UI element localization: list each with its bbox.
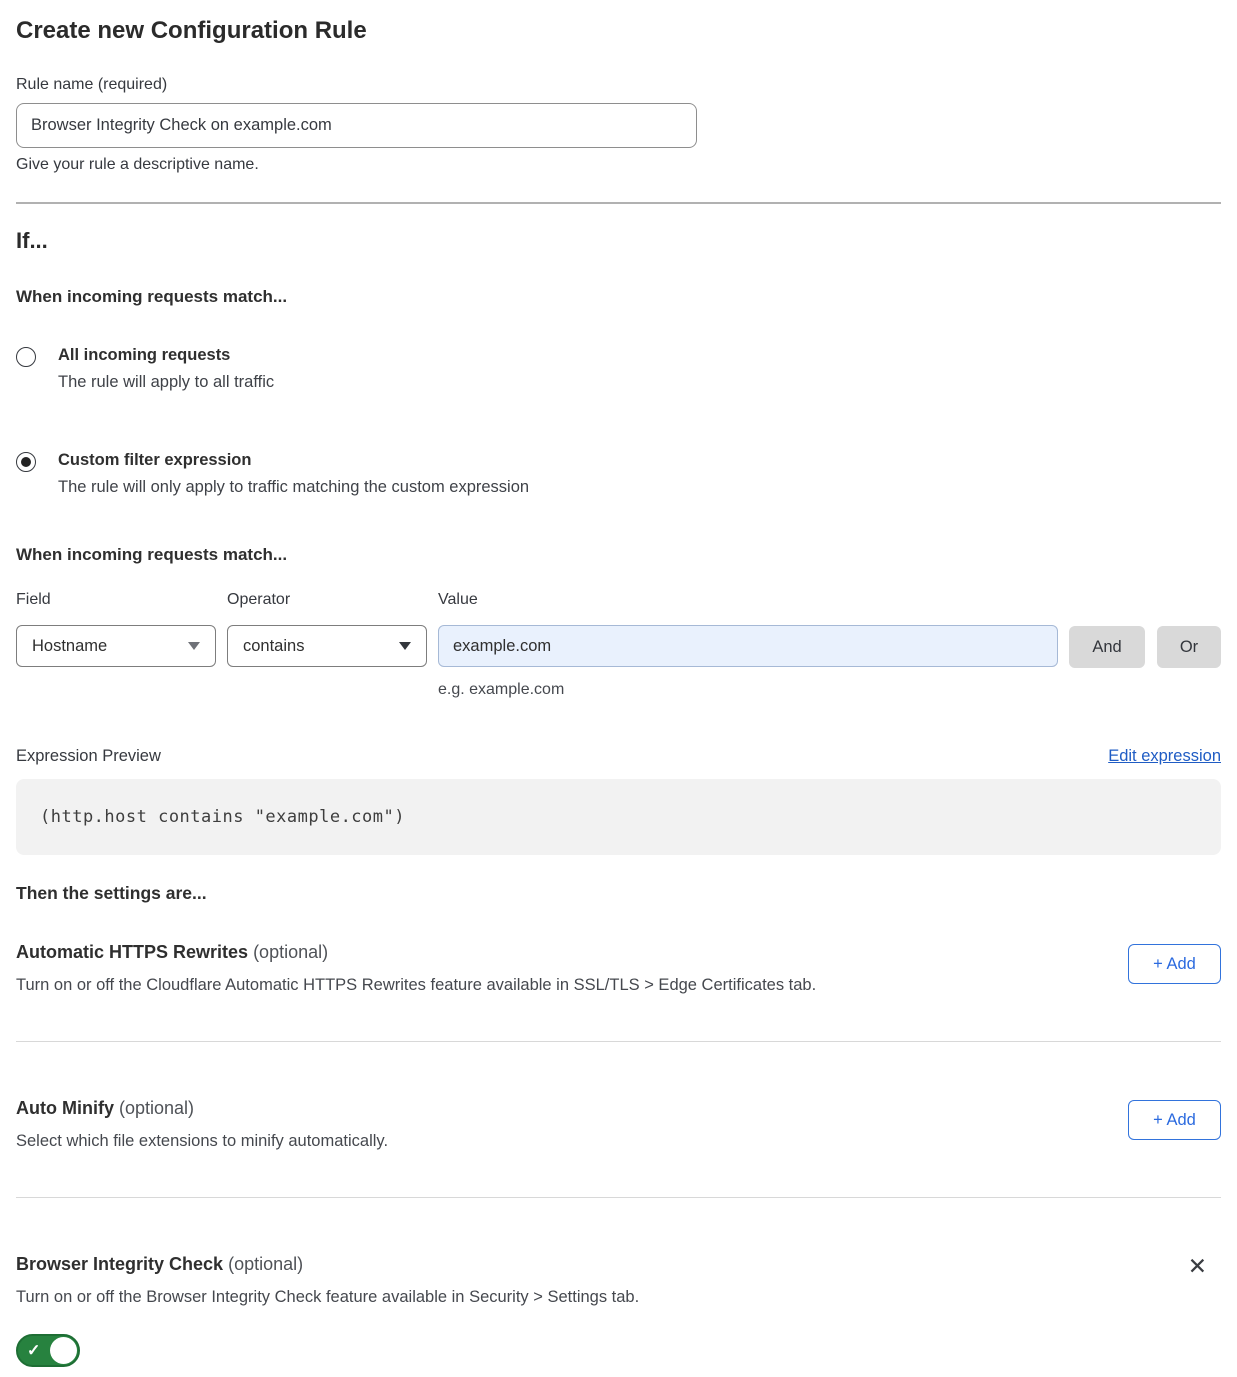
setting-browser-integrity-check: Browser Integrity Check (optional) Turn … <box>16 1247 1221 1367</box>
value-input[interactable] <box>438 625 1058 667</box>
setting-optional-tag: (optional) <box>119 1098 194 1118</box>
operator-select[interactable]: contains <box>227 625 427 667</box>
setting-row: Browser Integrity Check (optional) Turn … <box>16 1247 1221 1307</box>
add-automatic-https-rewrites-button[interactable]: + Add <box>1128 944 1221 984</box>
check-icon: ✓ <box>27 1340 40 1360</box>
radio-option-texts: All incoming requests The rule will appl… <box>58 346 274 392</box>
close-icon[interactable]: ✕ <box>1188 1255 1207 1278</box>
browser-integrity-check-toggle[interactable]: ✓ <box>16 1334 80 1367</box>
expression-preview-label: Expression Preview <box>16 747 161 766</box>
setting-row: Automatic HTTPS Rewrites (optional) Turn… <box>16 935 1221 995</box>
filter-expression-builder-row: Field Hostname Operator contains Value e… <box>16 591 1221 699</box>
field-select[interactable]: Hostname <box>16 625 216 667</box>
setting-name: Browser Integrity Check <box>16 1254 223 1274</box>
field-column: Field Hostname <box>16 591 216 667</box>
section-divider-top <box>16 202 1221 204</box>
operator-column: Operator contains <box>227 591 427 667</box>
setting-optional-tag: (optional) <box>253 942 328 962</box>
chevron-down-icon <box>188 642 200 650</box>
then-settings-heading: Then the settings are... <box>16 883 1221 904</box>
setting-heading: Browser Integrity Check (optional) <box>16 1254 639 1275</box>
setting-name: Auto Minify <box>16 1098 114 1118</box>
setting-optional-tag: (optional) <box>228 1254 303 1274</box>
setting-automatic-https-rewrites: Automatic HTTPS Rewrites (optional) Turn… <box>16 935 1221 995</box>
expression-code: (http.host contains "example.com") <box>40 807 405 827</box>
setting-auto-minify: Auto Minify (optional) Select which file… <box>16 1091 1221 1151</box>
operator-select-value: contains <box>243 637 304 656</box>
radio-button-all-incoming[interactable] <box>16 347 36 367</box>
value-column: Value e.g. example.com <box>438 591 1058 699</box>
edit-expression-link[interactable]: Edit expression <box>1108 747 1221 766</box>
match-heading: When incoming requests match... <box>16 287 1221 307</box>
expression-code-block: (http.host contains "example.com") <box>16 779 1221 855</box>
setting-description: Select which file extensions to minify a… <box>16 1132 388 1151</box>
value-label: Value <box>438 591 1058 609</box>
operator-label: Operator <box>227 591 427 609</box>
setting-texts: Automatic HTTPS Rewrites (optional) Turn… <box>16 935 816 995</box>
add-auto-minify-button[interactable]: + Add <box>1128 1100 1221 1140</box>
setting-description: Turn on or off the Browser Integrity Che… <box>16 1288 639 1307</box>
chevron-down-icon <box>399 642 411 650</box>
create-configuration-rule-form: Create new Configuration Rule Rule name … <box>0 0 1237 1367</box>
setting-description: Turn on or off the Cloudflare Automatic … <box>16 976 816 995</box>
radio-option-description: The rule will only apply to traffic matc… <box>58 478 529 497</box>
section-divider <box>16 1041 1221 1042</box>
radio-option-label: All incoming requests <box>58 346 274 365</box>
setting-name: Automatic HTTPS Rewrites <box>16 942 248 962</box>
radio-option-custom-filter-expression[interactable]: Custom filter expression The rule will o… <box>16 451 1221 497</box>
setting-heading: Auto Minify (optional) <box>16 1098 388 1119</box>
radio-option-all-incoming-requests[interactable]: All incoming requests The rule will appl… <box>16 346 1221 392</box>
radio-option-description: The rule will apply to all traffic <box>58 373 274 392</box>
or-button[interactable]: Or <box>1157 626 1221 668</box>
setting-heading: Automatic HTTPS Rewrites (optional) <box>16 942 816 963</box>
and-button[interactable]: And <box>1069 626 1145 668</box>
if-heading: If... <box>16 228 1221 254</box>
field-select-value: Hostname <box>32 637 107 656</box>
expression-preview-header: Expression Preview Edit expression <box>16 747 1221 766</box>
toggle-knob <box>50 1337 77 1364</box>
field-label: Field <box>16 591 216 609</box>
setting-texts: Auto Minify (optional) Select which file… <box>16 1091 388 1151</box>
rule-name-help-text: Give your rule a descriptive name. <box>16 156 1221 174</box>
radio-button-custom-filter[interactable] <box>16 452 36 472</box>
filter-match-heading: When incoming requests match... <box>16 545 1221 565</box>
value-hint-text: e.g. example.com <box>438 681 1058 699</box>
page-title: Create new Configuration Rule <box>16 17 1221 45</box>
radio-option-texts: Custom filter expression The rule will o… <box>58 451 529 497</box>
setting-texts: Browser Integrity Check (optional) Turn … <box>16 1247 639 1307</box>
radio-option-label: Custom filter expression <box>58 451 529 470</box>
section-divider <box>16 1197 1221 1198</box>
rule-name-label: Rule name (required) <box>16 76 1221 94</box>
setting-row: Auto Minify (optional) Select which file… <box>16 1091 1221 1151</box>
rule-name-input[interactable] <box>16 103 697 148</box>
